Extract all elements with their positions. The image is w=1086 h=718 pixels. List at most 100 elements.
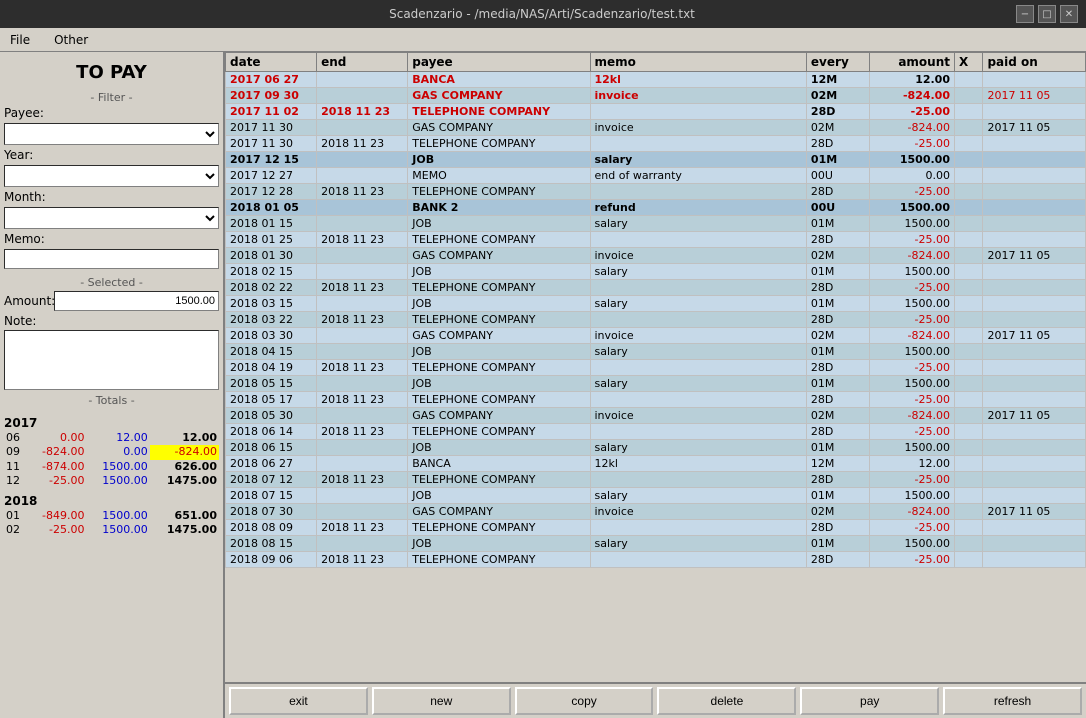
cell-x xyxy=(954,488,982,504)
table-row[interactable]: 2018 03 15JOBsalary01M1500.00 xyxy=(226,296,1086,312)
close-button[interactable]: ✕ xyxy=(1060,5,1078,23)
cell-payee: TELEPHONE COMPANY xyxy=(408,520,590,536)
table-row[interactable]: 2018 01 15JOBsalary01M1500.00 xyxy=(226,216,1086,232)
memo-row: Memo: xyxy=(4,232,219,246)
cell-memo xyxy=(590,312,806,328)
totals-col1: -824.00 xyxy=(27,445,86,459)
refresh-button[interactable]: refresh xyxy=(943,687,1082,715)
table-row[interactable]: 2018 02 15JOBsalary01M1500.00 xyxy=(226,264,1086,280)
cell-every: 01M xyxy=(806,216,869,232)
cell-payee: JOB xyxy=(408,376,590,392)
table-row[interactable]: 2017 11 022018 11 23TELEPHONE COMPANY28D… xyxy=(226,104,1086,120)
filter-label: - Filter - xyxy=(4,91,219,104)
table-row[interactable]: 2018 01 252018 11 23TELEPHONE COMPANY28D… xyxy=(226,232,1086,248)
cell-amount: 1500.00 xyxy=(869,152,954,168)
window-title: Scadenzario - /media/NAS/Arti/Scadenzari… xyxy=(68,7,1016,21)
totals-row: 09 -824.00 0.00 -824.00 xyxy=(4,445,219,459)
table-row[interactable]: 2018 02 222018 11 23TELEPHONE COMPANY28D… xyxy=(226,280,1086,296)
cell-end xyxy=(317,488,408,504)
pay-button[interactable]: pay xyxy=(800,687,939,715)
table-row[interactable]: 2017 12 27MEMOend of warranty00U0.00 xyxy=(226,168,1086,184)
table-row[interactable]: 2018 06 142018 11 23TELEPHONE COMPANY28D… xyxy=(226,424,1086,440)
cell-date: 2017 12 28 xyxy=(226,184,317,200)
year-select[interactable] xyxy=(4,165,219,187)
cell-end xyxy=(317,72,408,88)
cell-payee: JOB xyxy=(408,264,590,280)
cell-paidon xyxy=(983,216,1086,232)
menu-other[interactable]: Other xyxy=(48,31,94,49)
table-row[interactable]: 2018 03 30GAS COMPANYinvoice02M-824.0020… xyxy=(226,328,1086,344)
cell-paidon xyxy=(983,296,1086,312)
totals-2017-table: 06 0.00 12.00 12.00 09 -824.00 0.00 -824… xyxy=(4,431,219,488)
note-textarea[interactable] xyxy=(4,330,219,390)
cell-x xyxy=(954,216,982,232)
table-row[interactable]: 2018 01 05BANK 2refund00U1500.00 xyxy=(226,200,1086,216)
copy-button[interactable]: copy xyxy=(515,687,654,715)
cell-amount: 1500.00 xyxy=(869,200,954,216)
table-row[interactable]: 2018 08 092018 11 23TELEPHONE COMPANY28D… xyxy=(226,520,1086,536)
cell-every: 00U xyxy=(806,200,869,216)
table-row[interactable]: 2018 04 15JOBsalary01M1500.00 xyxy=(226,344,1086,360)
delete-button[interactable]: delete xyxy=(657,687,796,715)
cell-x xyxy=(954,440,982,456)
table-row[interactable]: 2017 12 282018 11 23TELEPHONE COMPANY28D… xyxy=(226,184,1086,200)
cell-memo xyxy=(590,472,806,488)
main-layout: TO PAY - Filter - Payee: Year: Month: Me… xyxy=(0,52,1086,718)
menu-file[interactable]: File xyxy=(4,31,36,49)
cell-x xyxy=(954,392,982,408)
amount-input[interactable] xyxy=(54,291,219,311)
cell-payee: GAS COMPANY xyxy=(408,504,590,520)
table-scroll[interactable]: date end payee memo every amount X paid … xyxy=(225,52,1086,682)
exit-button[interactable]: exit xyxy=(229,687,368,715)
table-row[interactable]: 2018 01 30GAS COMPANYinvoice02M-824.0020… xyxy=(226,248,1086,264)
header-payee: payee xyxy=(408,53,590,72)
payee-select[interactable] xyxy=(4,123,219,145)
table-row[interactable]: 2018 04 192018 11 23TELEPHONE COMPANY28D… xyxy=(226,360,1086,376)
cell-end xyxy=(317,536,408,552)
cell-paidon xyxy=(983,440,1086,456)
menubar: File Other xyxy=(0,28,1086,52)
totals-row: 12 -25.00 1500.00 1475.00 xyxy=(4,474,219,488)
table-row[interactable]: 2018 06 15JOBsalary01M1500.00 xyxy=(226,440,1086,456)
cell-every: 01M xyxy=(806,536,869,552)
cell-every: 28D xyxy=(806,552,869,568)
new-button[interactable]: new xyxy=(372,687,511,715)
table-row[interactable]: 2018 05 15JOBsalary01M1500.00 xyxy=(226,376,1086,392)
table-row[interactable]: 2018 06 27BANCA12kl12M12.00 xyxy=(226,456,1086,472)
cell-memo: invoice xyxy=(590,248,806,264)
table-row[interactable]: 2018 05 172018 11 23TELEPHONE COMPANY28D… xyxy=(226,392,1086,408)
memo-input[interactable] xyxy=(4,249,219,269)
cell-end: 2018 11 23 xyxy=(317,424,408,440)
table-row[interactable]: 2018 09 062018 11 23TELEPHONE COMPANY28D… xyxy=(226,552,1086,568)
cell-every: 02M xyxy=(806,504,869,520)
cell-amount: -25.00 xyxy=(869,184,954,200)
table-row[interactable]: 2018 05 30GAS COMPANYinvoice02M-824.0020… xyxy=(226,408,1086,424)
table-row[interactable]: 2018 07 30GAS COMPANYinvoice02M-824.0020… xyxy=(226,504,1086,520)
cell-paidon xyxy=(983,424,1086,440)
cell-x xyxy=(954,72,982,88)
cell-date: 2017 11 30 xyxy=(226,136,317,152)
cell-date: 2017 06 27 xyxy=(226,72,317,88)
cell-payee: BANK 2 xyxy=(408,200,590,216)
table-row[interactable]: 2018 08 15JOBsalary01M1500.00 xyxy=(226,536,1086,552)
table-row[interactable]: 2017 12 15JOBsalary01M1500.00 xyxy=(226,152,1086,168)
table-row[interactable]: 2017 06 27BANCA12kl12M12.00 xyxy=(226,72,1086,88)
cell-amount: -824.00 xyxy=(869,328,954,344)
maximize-button[interactable]: □ xyxy=(1038,5,1056,23)
cell-amount: -824.00 xyxy=(869,504,954,520)
totals-col1: 0.00 xyxy=(27,431,86,445)
cell-amount: 1500.00 xyxy=(869,376,954,392)
minimize-button[interactable]: − xyxy=(1016,5,1034,23)
table-row[interactable]: 2017 09 30GAS COMPANYinvoice02M-824.0020… xyxy=(226,88,1086,104)
cell-memo: invoice xyxy=(590,88,806,104)
cell-memo xyxy=(590,520,806,536)
window-controls[interactable]: − □ ✕ xyxy=(1016,5,1078,23)
table-row[interactable]: 2018 07 15JOBsalary01M1500.00 xyxy=(226,488,1086,504)
month-select[interactable] xyxy=(4,207,219,229)
table-row[interactable]: 2017 11 302018 11 23TELEPHONE COMPANY28D… xyxy=(226,136,1086,152)
table-row[interactable]: 2018 03 222018 11 23TELEPHONE COMPANY28D… xyxy=(226,312,1086,328)
cell-date: 2018 05 15 xyxy=(226,376,317,392)
cell-memo: salary xyxy=(590,152,806,168)
table-row[interactable]: 2017 11 30GAS COMPANYinvoice02M-824.0020… xyxy=(226,120,1086,136)
table-row[interactable]: 2018 07 122018 11 23TELEPHONE COMPANY28D… xyxy=(226,472,1086,488)
